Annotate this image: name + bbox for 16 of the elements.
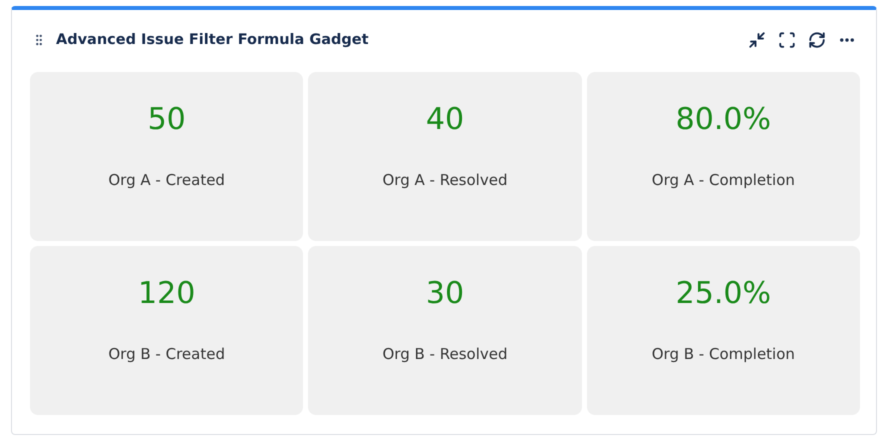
gadget-title: Advanced Issue Filter Formula Gadget	[56, 32, 370, 48]
refresh-icon[interactable]	[808, 31, 826, 49]
metric-value: 30	[426, 276, 464, 311]
metric-label: Org A - Resolved	[382, 171, 508, 189]
metric-label: Org B - Resolved	[382, 345, 508, 363]
metric-label: Org B - Created	[108, 345, 225, 363]
metric-value: 50	[148, 102, 186, 137]
maximize-icon[interactable]	[778, 31, 796, 49]
metric-label: Org A - Created	[108, 171, 225, 189]
metric-value: 25.0%	[676, 276, 771, 311]
metric-value: 120	[138, 276, 196, 311]
metric-label: Org B - Completion	[652, 345, 795, 363]
minimize-icon[interactable]	[748, 31, 766, 49]
metric-value: 40	[426, 102, 464, 137]
metric-value: 80.0%	[676, 102, 771, 137]
metric-label: Org A - Completion	[652, 171, 795, 189]
